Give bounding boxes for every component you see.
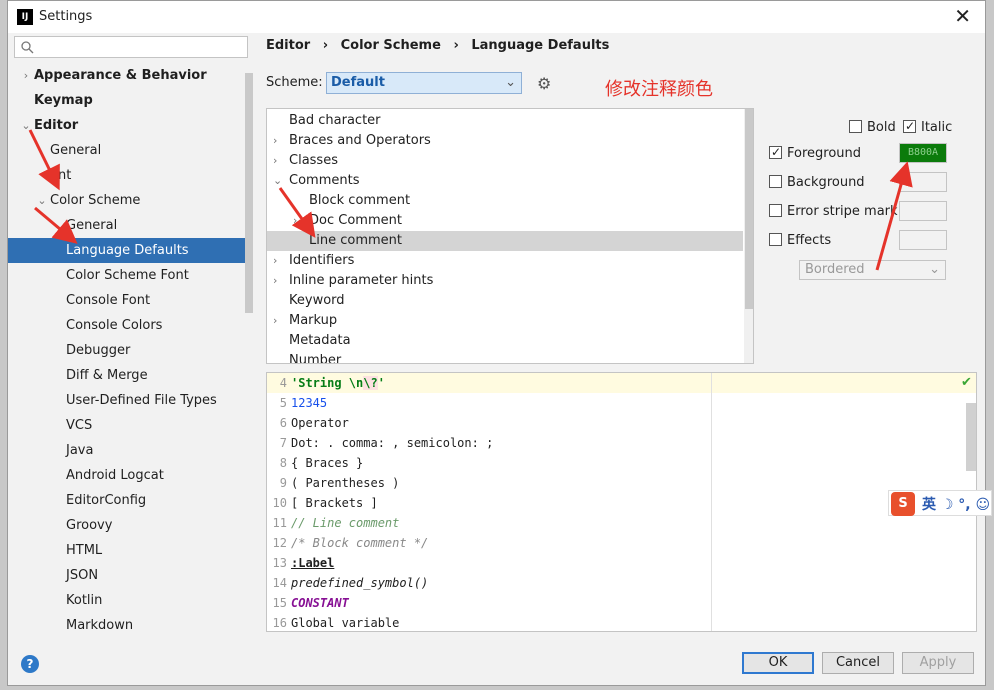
annotation-arrows <box>28 129 913 271</box>
arrow-to-color-scheme <box>28 129 60 191</box>
arrow-to-line-comment <box>278 187 316 238</box>
arrow-to-foreground-swatch <box>875 161 913 271</box>
arrow-to-language-defaults <box>34 206 78 244</box>
